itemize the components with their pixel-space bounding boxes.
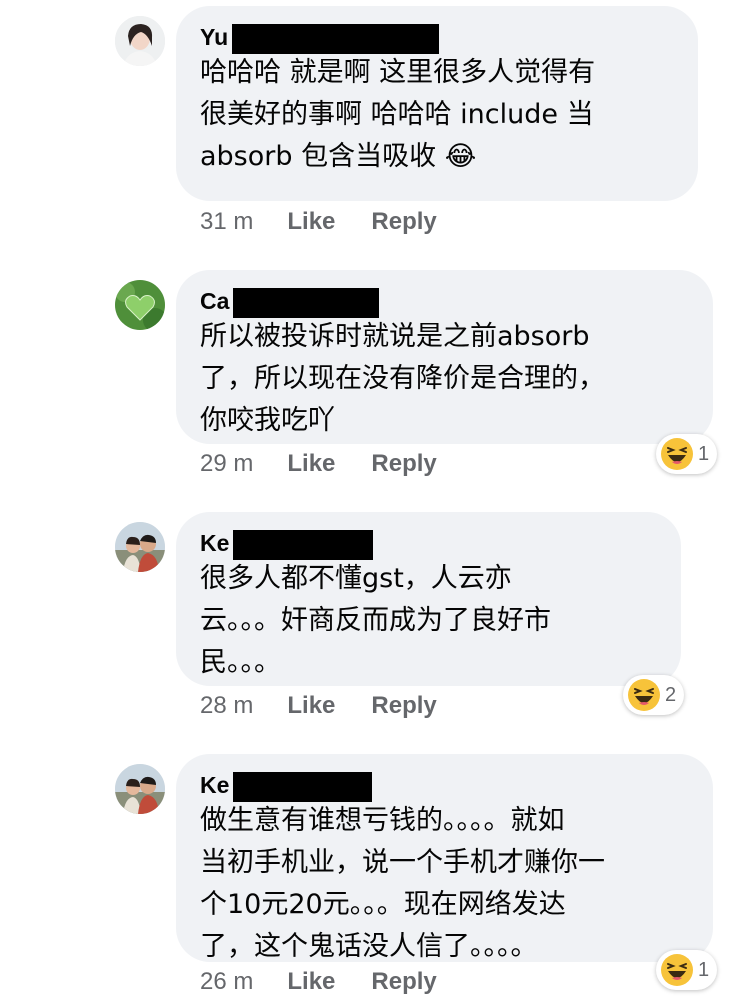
avatar[interactable]: [115, 764, 165, 814]
redaction-bar: [233, 530, 373, 560]
like-button[interactable]: Like: [287, 447, 335, 481]
reply-button[interactable]: Reply: [371, 447, 436, 481]
timestamp[interactable]: 29 m: [200, 447, 253, 481]
comment-text: 所以被投诉时就说是之前absorb 了，所以现在没有降价是合理的， 你咬我吃吖: [200, 321, 605, 436]
like-button[interactable]: Like: [287, 965, 335, 999]
haha-icon: [661, 438, 693, 470]
commenter-name[interactable]: Ke: [200, 526, 229, 560]
redaction-bar: [233, 772, 372, 802]
comment-bubble: Yu 哈哈哈 就是啊 这里很多人觉得有 很美好的事啊 哈哈哈 include 当…: [176, 6, 698, 201]
avatar-heart-icon: [115, 280, 165, 330]
avatar-couple-icon: [115, 764, 165, 814]
tears-of-joy-emoji: 😂: [444, 141, 477, 172]
redaction-bar: [233, 288, 379, 318]
comment-bubble: Ke 很多人都不懂gst，人云亦 云。。。奸商反而成为了良好市 民。。。: [176, 512, 681, 686]
haha-icon: [661, 954, 693, 986]
reaction-count: 1: [698, 442, 710, 465]
reaction-badge[interactable]: 1: [656, 434, 718, 474]
comment-actions: 31 m Like Reply: [200, 205, 473, 239]
timestamp[interactable]: 26 m: [200, 965, 253, 999]
avatar[interactable]: [115, 522, 165, 572]
commenter-name[interactable]: Ke: [200, 768, 229, 802]
comment-bubble: Ke 做生意有谁想亏钱的。。。。就如 当初手机业，说一个手机才赚你一 个10元2…: [176, 754, 713, 962]
reply-button[interactable]: Reply: [371, 965, 436, 999]
reaction-badge[interactable]: 2: [623, 675, 685, 715]
avatar-couple-icon: [115, 522, 165, 572]
redaction-bar: [232, 24, 439, 54]
avatar-photo-icon: [115, 16, 165, 66]
like-button[interactable]: Like: [287, 205, 335, 239]
reaction-count: 1: [698, 958, 710, 981]
comment-actions: 26 m Like Reply: [200, 965, 473, 999]
reaction-count: 2: [665, 683, 677, 706]
avatar[interactable]: [115, 16, 165, 66]
comment-text: 很多人都不懂gst，人云亦 云。。。奸商反而成为了良好市 民。。。: [200, 563, 551, 678]
timestamp[interactable]: 28 m: [200, 689, 253, 723]
reply-button[interactable]: Reply: [371, 205, 436, 239]
timestamp[interactable]: 31 m: [200, 205, 253, 239]
commenter-name[interactable]: Ca: [200, 284, 229, 318]
reply-button[interactable]: Reply: [371, 689, 436, 723]
like-button[interactable]: Like: [287, 689, 335, 723]
comment-bubble: Ca 所以被投诉时就说是之前absorb 了，所以现在没有降价是合理的， 你咬我…: [176, 270, 713, 444]
commenter-name[interactable]: Yu: [200, 20, 228, 54]
reaction-badge[interactable]: 1: [656, 950, 718, 990]
comment-text: 做生意有谁想亏钱的。。。。就如 当初手机业，说一个手机才赚你一 个10元20元。…: [200, 805, 605, 962]
haha-icon: [628, 679, 660, 711]
comment-text: 哈哈哈 就是啊 这里很多人觉得有 很美好的事啊 哈哈哈 include 当 ab…: [200, 57, 596, 172]
comment-actions: 28 m Like Reply: [200, 689, 473, 723]
avatar[interactable]: [115, 280, 165, 330]
comment-actions: 29 m Like Reply: [200, 447, 473, 481]
